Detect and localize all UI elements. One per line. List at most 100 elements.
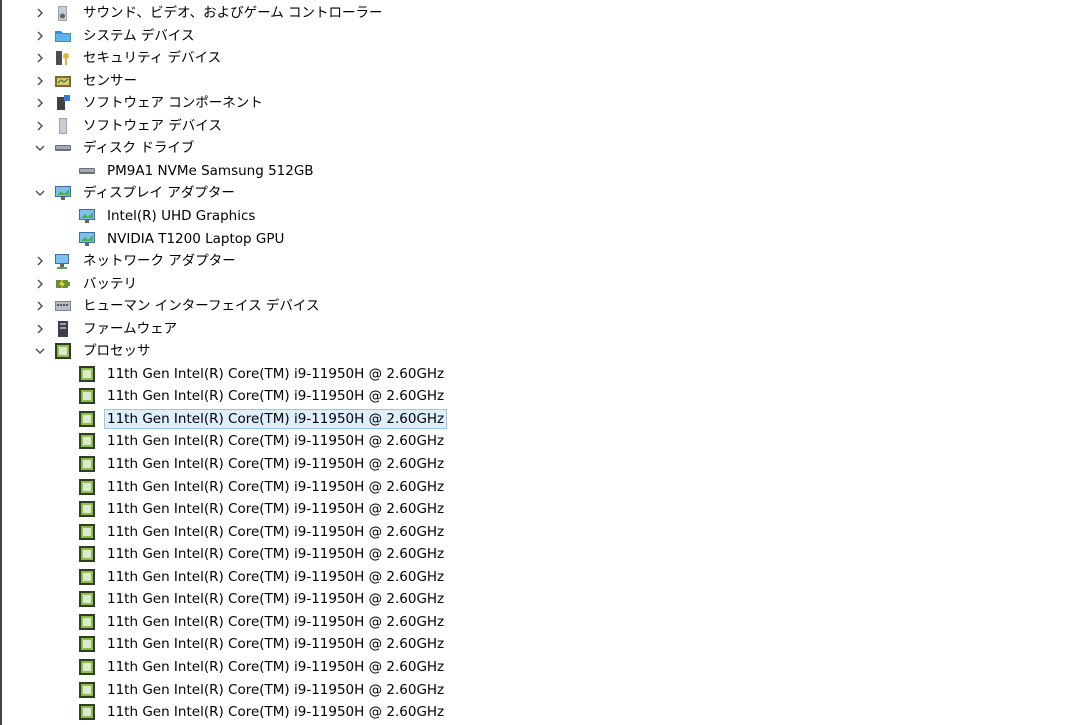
device-item[interactable]: 11th Gen Intel(R) Core(TM) i9-11950H @ 2… xyxy=(76,611,447,633)
device-item[interactable]: 11th Gen Intel(R) Core(TM) i9-11950H @ 2… xyxy=(76,408,448,430)
display-adapter-icon xyxy=(52,183,74,203)
chevron-right-icon[interactable] xyxy=(32,28,48,44)
processor-icon xyxy=(76,364,98,384)
chevron-down-icon[interactable] xyxy=(32,140,48,156)
category-disk-drive[interactable]: ディスク ドライブ xyxy=(32,137,197,159)
device-label: 11th Gen Intel(R) Core(TM) i9-11950H @ 2… xyxy=(107,546,445,563)
battery-icon xyxy=(52,274,74,294)
category-label: バッテリ xyxy=(83,275,137,292)
processor-icon xyxy=(76,522,98,542)
processor-icon xyxy=(76,477,98,497)
device-label: Intel(R) UHD Graphics xyxy=(107,207,256,224)
processor-icon xyxy=(76,431,98,451)
device-item[interactable]: 11th Gen Intel(R) Core(TM) i9-11950H @ 2… xyxy=(76,701,447,723)
chevron-right-icon[interactable] xyxy=(32,95,48,111)
processor-icon xyxy=(76,544,98,564)
processor-icon xyxy=(52,341,74,361)
device-item[interactable]: 11th Gen Intel(R) Core(TM) i9-11950H @ 2… xyxy=(76,633,447,655)
category-label: プロセッサ xyxy=(83,343,151,360)
category-firmware[interactable]: ファームウェア xyxy=(32,318,180,340)
category-system-folder[interactable]: システム デバイス xyxy=(32,25,197,47)
device-item[interactable]: NVIDIA T1200 Laptop GPU xyxy=(76,228,287,250)
device-item[interactable]: 11th Gen Intel(R) Core(TM) i9-11950H @ 2… xyxy=(76,566,447,588)
category-label: ソフトウェア デバイス xyxy=(83,117,222,134)
device-label: NVIDIA T1200 Laptop GPU xyxy=(107,230,285,247)
chevron-right-icon[interactable] xyxy=(32,321,48,337)
device-label: 11th Gen Intel(R) Core(TM) i9-11950H @ 2… xyxy=(107,613,445,630)
chevron-down-icon[interactable] xyxy=(32,343,48,359)
category-speaker[interactable]: サウンド、ビデオ、およびゲーム コントローラー xyxy=(32,2,386,24)
chevron-down-icon[interactable] xyxy=(32,185,48,201)
device-item[interactable]: 11th Gen Intel(R) Core(TM) i9-11950H @ 2… xyxy=(76,453,447,475)
processor-icon xyxy=(76,499,98,519)
device-label: 11th Gen Intel(R) Core(TM) i9-11950H @ 2… xyxy=(107,478,445,495)
hid-icon xyxy=(52,296,74,316)
category-label: ヒューマン インターフェイス デバイス xyxy=(83,298,320,315)
category-label: ディスク ドライブ xyxy=(83,140,195,157)
device-item[interactable]: 11th Gen Intel(R) Core(TM) i9-11950H @ 2… xyxy=(76,656,447,678)
network-icon xyxy=(52,251,74,271)
security-key-icon xyxy=(52,48,74,68)
device-label: 11th Gen Intel(R) Core(TM) i9-11950H @ 2… xyxy=(104,408,448,429)
category-sensor[interactable]: センサー xyxy=(32,70,140,92)
device-item[interactable]: 11th Gen Intel(R) Core(TM) i9-11950H @ 2… xyxy=(76,588,447,610)
device-item[interactable]: PM9A1 NVMe Samsung 512GB xyxy=(76,160,317,182)
category-label: ソフトウェア コンポーネント xyxy=(83,95,263,112)
device-label: 11th Gen Intel(R) Core(TM) i9-11950H @ 2… xyxy=(107,456,445,472)
device-item[interactable]: 11th Gen Intel(R) Core(TM) i9-11950H @ 2… xyxy=(76,476,447,498)
device-item[interactable]: 11th Gen Intel(R) Core(TM) i9-11950H @ 2… xyxy=(76,430,447,452)
device-label: 11th Gen Intel(R) Core(TM) i9-11950H @ 2… xyxy=(107,636,445,653)
chevron-right-icon[interactable] xyxy=(32,276,48,292)
device-item[interactable]: 11th Gen Intel(R) Core(TM) i9-11950H @ 2… xyxy=(76,385,447,407)
device-item[interactable]: 11th Gen Intel(R) Core(TM) i9-11950H @ 2… xyxy=(76,521,447,543)
processor-icon xyxy=(76,589,98,609)
device-item[interactable]: 11th Gen Intel(R) Core(TM) i9-11950H @ 2… xyxy=(76,363,447,385)
category-processor[interactable]: プロセッサ xyxy=(32,340,154,362)
processor-icon xyxy=(76,386,98,406)
chevron-right-icon[interactable] xyxy=(32,5,48,21)
device-label: 11th Gen Intel(R) Core(TM) i9-11950H @ 2… xyxy=(107,365,445,382)
device-item[interactable]: Intel(R) UHD Graphics xyxy=(76,205,258,227)
chevron-right-icon[interactable] xyxy=(32,73,48,89)
category-label: セキュリティ デバイス xyxy=(83,50,222,67)
processor-icon xyxy=(76,634,98,654)
category-display-adapter[interactable]: ディスプレイ アダプター xyxy=(32,182,238,204)
category-security-key[interactable]: セキュリティ デバイス xyxy=(32,47,224,69)
processor-icon xyxy=(76,680,98,700)
category-battery[interactable]: バッテリ xyxy=(32,273,140,295)
processor-icon xyxy=(76,702,98,722)
processor-icon xyxy=(76,454,98,474)
device-label: 11th Gen Intel(R) Core(TM) i9-11950H @ 2… xyxy=(107,523,445,540)
category-label: ディスプレイ アダプター xyxy=(83,185,235,202)
disk-drive-icon xyxy=(52,138,74,158)
category-network[interactable]: ネットワーク アダプター xyxy=(32,250,239,272)
sensor-icon xyxy=(52,71,74,91)
device-label: 11th Gen Intel(R) Core(TM) i9-11950H @ 2… xyxy=(107,591,445,608)
display-adapter-icon xyxy=(76,206,98,226)
device-item[interactable]: 11th Gen Intel(R) Core(TM) i9-11950H @ 2… xyxy=(76,543,447,565)
system-folder-icon xyxy=(52,26,74,46)
category-hid[interactable]: ヒューマン インターフェイス デバイス xyxy=(32,295,322,317)
device-label: 11th Gen Intel(R) Core(TM) i9-11950H @ 2… xyxy=(107,704,445,721)
device-label: 11th Gen Intel(R) Core(TM) i9-11950H @ 2… xyxy=(107,501,445,518)
chevron-right-icon[interactable] xyxy=(32,50,48,66)
chevron-right-icon[interactable] xyxy=(32,118,48,134)
category-label: ネットワーク アダプター xyxy=(83,253,236,270)
device-label: 11th Gen Intel(R) Core(TM) i9-11950H @ 2… xyxy=(107,388,445,405)
category-label: システム デバイス xyxy=(83,27,195,44)
disk-drive-icon xyxy=(76,161,98,181)
chevron-right-icon[interactable] xyxy=(32,253,48,269)
category-software-component[interactable]: ソフトウェア コンポーネント xyxy=(32,92,266,114)
device-label: PM9A1 NVMe Samsung 512GB xyxy=(107,162,314,179)
firmware-icon xyxy=(52,319,74,339)
device-item[interactable]: 11th Gen Intel(R) Core(TM) i9-11950H @ 2… xyxy=(76,498,447,520)
category-software-device[interactable]: ソフトウェア デバイス xyxy=(32,115,225,137)
device-item[interactable]: 11th Gen Intel(R) Core(TM) i9-11950H @ 2… xyxy=(76,679,447,701)
category-label: ファームウェア xyxy=(83,320,178,337)
processor-icon xyxy=(76,567,98,587)
software-component-icon xyxy=(52,93,74,113)
device-label: 11th Gen Intel(R) Core(TM) i9-11950H @ 2… xyxy=(107,658,445,675)
display-adapter-icon xyxy=(76,229,98,249)
chevron-right-icon[interactable] xyxy=(32,298,48,314)
category-label: センサー xyxy=(83,72,137,89)
